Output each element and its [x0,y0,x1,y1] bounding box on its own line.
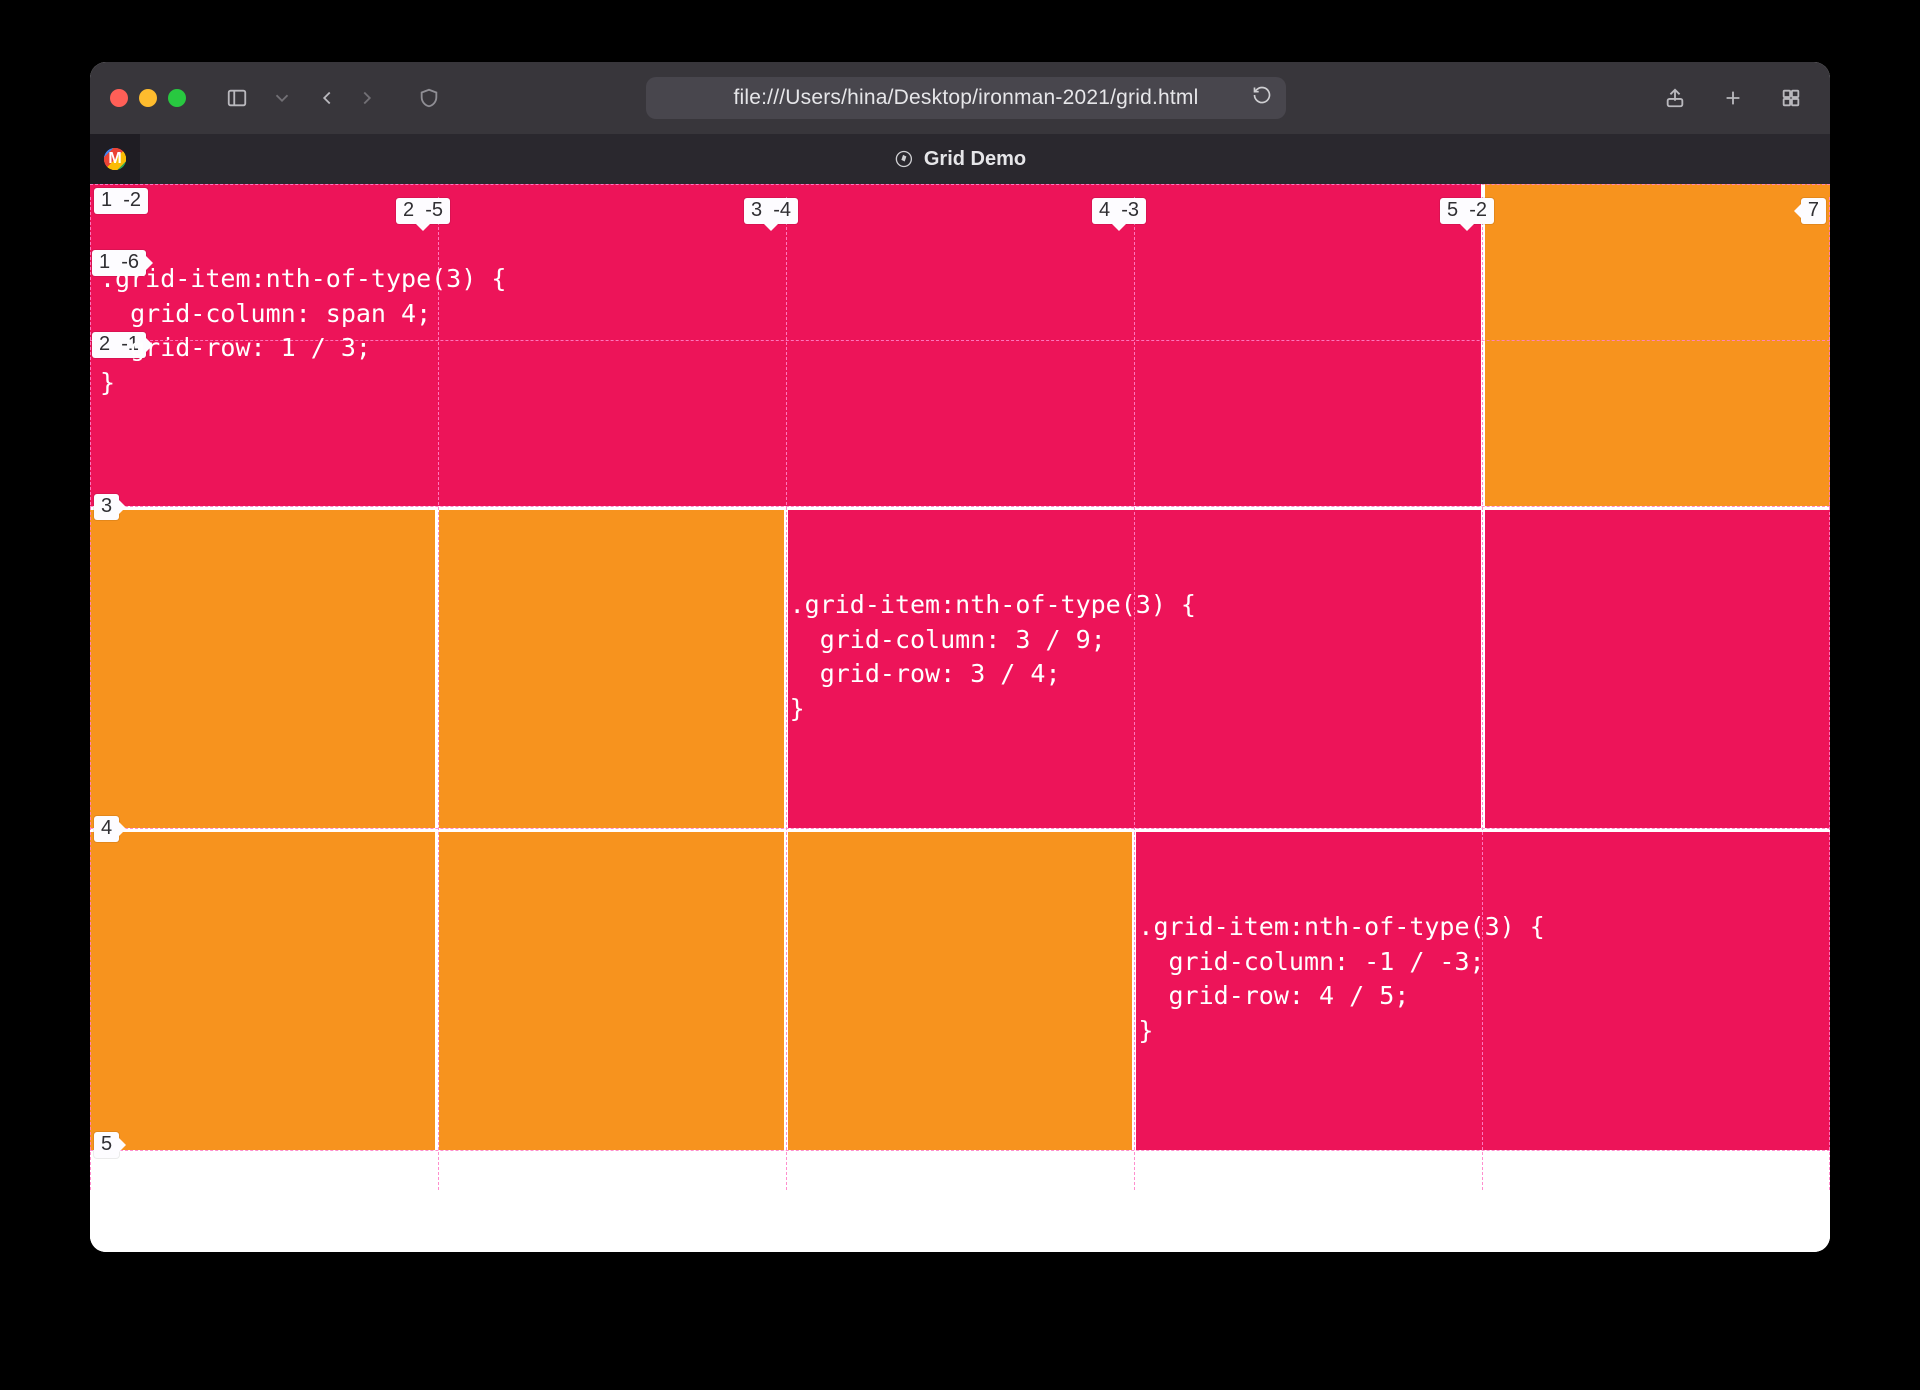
close-window-button[interactable] [110,89,128,107]
address-bar[interactable]: file:///Users/hina/Desktop/ironman-2021/… [646,77,1286,119]
page-whitespace [90,1190,1830,1252]
privacy-shield-icon[interactable] [410,79,448,117]
grid-item-5: .grid-item:nth-of-type(3) { grid-column:… [788,510,1482,828]
tab-title: Grid Demo [924,148,1026,171]
code-snippet-mid: .grid-item:nth-of-type(3) { grid-column:… [788,510,1482,726]
code-snippet-bot: .grid-item:nth-of-type(3) { grid-column:… [1136,832,1830,1048]
minimize-window-button[interactable] [139,89,157,107]
grid-item-7 [90,832,435,1150]
tab-overview-button[interactable] [1772,79,1810,117]
sidebar-menu-chevron-icon[interactable] [270,79,294,117]
grid-item-9 [788,832,1133,1150]
grid-item-10: .grid-item:nth-of-type(3) { grid-column:… [1136,832,1830,1150]
grid-item-2 [1485,184,1830,506]
toolbar: file:///Users/hina/Desktop/ironman-2021/… [90,62,1830,134]
active-tab[interactable]: Grid Demo [894,148,1026,171]
grid-item-3 [90,510,435,828]
grid-item-8 [439,832,784,1150]
share-button[interactable] [1656,79,1694,117]
grid-item-6 [1485,510,1830,828]
traffic-lights [110,89,186,107]
browser-window: file:///Users/hina/Desktop/ironman-2021/… [90,62,1830,1252]
forward-button[interactable] [348,79,386,117]
sidebar-toggle-button[interactable] [218,79,256,117]
page-viewport: .grid-item:nth-of-type(3) { grid-column:… [90,184,1830,1252]
gmail-icon [102,146,128,172]
back-button[interactable] [308,79,346,117]
grid-item-4 [439,510,784,828]
favorites-item-gmail[interactable] [90,134,140,184]
tab-strip: Grid Demo [90,134,1830,184]
url-text: file:///Users/hina/Desktop/ironman-2021/… [733,86,1198,110]
reload-icon[interactable] [1252,85,1272,111]
compass-icon [894,149,914,169]
maximize-window-button[interactable] [168,89,186,107]
code-snippet-top: .grid-item:nth-of-type(3) { grid-column:… [96,256,510,400]
new-tab-button[interactable] [1714,79,1752,117]
